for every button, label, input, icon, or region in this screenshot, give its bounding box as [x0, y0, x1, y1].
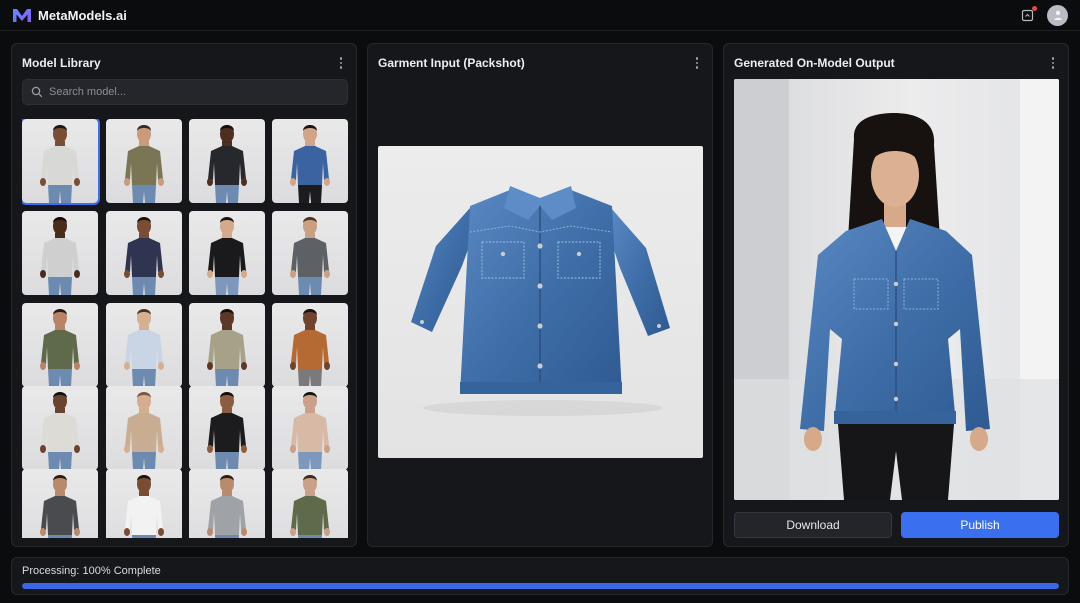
- model-photo: [290, 125, 330, 203]
- model-thumbnail[interactable]: [189, 469, 265, 538]
- model-thumbnail[interactable]: [189, 211, 265, 295]
- model-photo: [207, 392, 247, 470]
- notification-badge: [1032, 6, 1037, 11]
- download-button[interactable]: Download: [734, 512, 892, 538]
- model-thumbnail[interactable]: [189, 119, 265, 203]
- metamodels-logo-icon: [13, 9, 31, 22]
- model-thumbnail[interactable]: [189, 303, 265, 387]
- garment-more-options-icon[interactable]: [692, 56, 702, 70]
- garment-input-panel: Garment Input (Packshot): [367, 43, 713, 547]
- garment-input-title: Garment Input (Packshot): [378, 56, 525, 70]
- app-title: MetaModels.ai: [38, 7, 127, 23]
- denim-jacket-packshot: [411, 186, 670, 416]
- user-avatar-icon[interactable]: [1047, 4, 1068, 26]
- model-thumbnail[interactable]: [22, 211, 98, 295]
- model-photo: [290, 475, 330, 538]
- model-library-panel: Model Library: [11, 43, 357, 547]
- model-photo: [207, 475, 247, 538]
- notification-icon[interactable]: [1021, 6, 1037, 22]
- model-search-box[interactable]: [22, 79, 348, 105]
- model-thumbnail[interactable]: [272, 469, 348, 538]
- model-photo: [207, 125, 247, 203]
- model-photo: [40, 217, 80, 295]
- model-photo: [40, 125, 80, 203]
- model-photo: [124, 125, 164, 203]
- model-thumbnail[interactable]: [106, 303, 182, 387]
- model-wearing-denim-jacket: [734, 79, 1059, 500]
- processing-status-text: Processing: 100% Complete: [22, 565, 161, 577]
- model-photo: [290, 392, 330, 470]
- output-more-options-icon[interactable]: [1048, 56, 1058, 70]
- model-thumbnail[interactable]: [272, 211, 348, 295]
- model-library-title: Model Library: [22, 56, 101, 70]
- model-photo: [40, 392, 80, 470]
- publish-button[interactable]: Publish: [901, 512, 1059, 538]
- model-thumbnail[interactable]: [22, 303, 98, 387]
- model-photo: [290, 217, 330, 295]
- model-thumbnail[interactable]: [106, 119, 182, 203]
- model-photo: [40, 475, 80, 538]
- model-thumbnail[interactable]: [189, 386, 265, 470]
- model-search-input[interactable]: [49, 86, 329, 98]
- model-photo: [290, 309, 330, 387]
- model-thumbnail[interactable]: [272, 386, 348, 470]
- generated-output-title: Generated On-Model Output: [734, 56, 895, 70]
- model-thumbnail[interactable]: [106, 469, 182, 538]
- model-thumbnail[interactable]: [272, 119, 348, 203]
- model-photo: [124, 475, 164, 538]
- processing-status-bar: Processing: 100% Complete: [11, 557, 1069, 595]
- model-grid: [22, 119, 348, 538]
- library-more-options-icon[interactable]: [336, 56, 346, 70]
- model-thumbnail[interactable]: [106, 386, 182, 470]
- model-photo: [207, 217, 247, 295]
- model-thumbnail[interactable]: [22, 119, 100, 205]
- model-thumbnail[interactable]: [106, 211, 182, 295]
- top-bar: MetaModels.ai: [0, 0, 1080, 31]
- progress-fill: [22, 583, 1059, 589]
- garment-packshot-image[interactable]: [378, 146, 703, 458]
- progress-track: [22, 583, 1059, 589]
- app-logo[interactable]: MetaModels.ai: [12, 7, 127, 23]
- model-photo: [124, 217, 164, 295]
- model-photo: [124, 392, 164, 470]
- model-photo: [124, 309, 164, 387]
- model-photo: [40, 309, 80, 387]
- model-thumbnail[interactable]: [22, 469, 98, 538]
- generated-output-panel: Generated On-Model Output Download Publi…: [723, 43, 1069, 547]
- model-photo: [207, 309, 247, 387]
- search-icon: [31, 86, 43, 98]
- generated-model-image[interactable]: [734, 79, 1059, 500]
- model-thumbnail[interactable]: [272, 303, 348, 387]
- model-thumbnail[interactable]: [22, 386, 98, 470]
